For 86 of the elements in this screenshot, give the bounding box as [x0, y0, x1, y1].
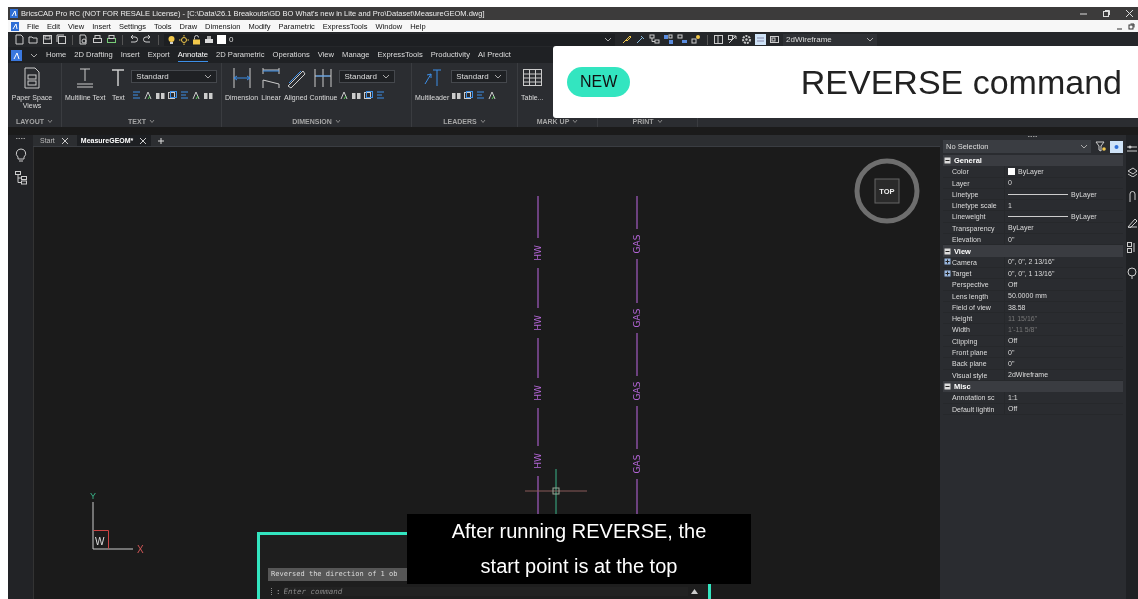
color-swatch — [1008, 167, 1015, 175]
caret-icon[interactable] — [572, 119, 579, 124]
blocks-icon[interactable] — [1127, 242, 1137, 253]
collapse-icon[interactable] — [944, 157, 951, 165]
caret-icon — [604, 36, 612, 43]
pipe-label: GAS — [632, 454, 642, 474]
axis-label: Y — [90, 491, 96, 501]
printer-icon — [204, 34, 214, 45]
caret-up-icon[interactable] — [691, 589, 698, 594]
grip-icon — [270, 587, 273, 596]
expand-icon[interactable] — [944, 269, 951, 277]
linear-dimension-icon — [260, 66, 283, 90]
properties-icon[interactable] — [1127, 145, 1137, 153]
caret-icon[interactable] — [47, 119, 54, 124]
app-menu-icon[interactable] — [11, 49, 22, 61]
new-badge: NEW — [567, 67, 631, 97]
filter-icon[interactable] — [1095, 141, 1106, 152]
viewport-icon[interactable] — [769, 34, 780, 45]
ucs-world-box: W — [93, 530, 109, 549]
pipe-label: GAS — [632, 381, 642, 401]
grip-icon — [1028, 135, 1038, 138]
caret-icon — [204, 73, 213, 80]
close-icon[interactable] — [139, 136, 148, 145]
layer-dropdown[interactable]: 0 — [164, 33, 615, 46]
dimension-icon — [230, 66, 253, 90]
sun-icon — [179, 34, 189, 45]
caret-icon[interactable] — [656, 119, 663, 124]
visual-style-dropdown[interactable]: 2dWireframe — [783, 33, 877, 46]
axis-label: X — [137, 544, 144, 555]
caret-icon — [494, 73, 503, 80]
expand-icon[interactable] — [944, 258, 951, 266]
caret-icon — [866, 36, 874, 43]
color-swatch — [217, 35, 226, 44]
plot-icon[interactable] — [106, 34, 117, 45]
caret-icon — [382, 73, 391, 80]
pipe-label: GAS — [632, 234, 642, 254]
ucs-axes — [92, 501, 134, 550]
lightbulb-icon — [167, 34, 176, 45]
new-file-icon[interactable] — [14, 34, 25, 45]
caret-icon[interactable] — [30, 51, 38, 59]
style-dropdown[interactable]: Standard — [451, 70, 508, 83]
video-caption: After running REVERSE, the start point is at the top — [407, 514, 751, 584]
undo-icon[interactable] — [128, 34, 139, 45]
save-icon[interactable] — [42, 34, 53, 45]
structure-tree-icon[interactable] — [13, 170, 28, 185]
caret-icon[interactable] — [148, 119, 155, 124]
style-dropdown[interactable]: Standard — [131, 70, 218, 83]
pipe-label: HW — [533, 245, 543, 261]
redo-icon[interactable] — [142, 34, 153, 45]
line-sample-icon — [1008, 214, 1068, 220]
balloon-icon[interactable] — [1127, 267, 1137, 279]
print-preview-icon[interactable] — [78, 34, 89, 45]
app-icon — [10, 9, 18, 18]
pipe-label: HW — [533, 385, 543, 401]
open-file-icon[interactable] — [28, 34, 39, 45]
save-all-icon[interactable] — [56, 34, 67, 45]
pipe-label: GAS — [632, 308, 642, 328]
lightbulb-icon[interactable] — [14, 148, 27, 162]
lock-icon — [192, 34, 201, 45]
caret-icon — [1080, 143, 1088, 150]
close-icon[interactable] — [60, 136, 69, 145]
caret-icon[interactable] — [334, 119, 341, 124]
edit-icon[interactable] — [1127, 217, 1137, 228]
close-icon[interactable] — [1125, 9, 1134, 18]
panel-icon[interactable] — [713, 34, 724, 45]
grid-icon[interactable] — [663, 34, 674, 45]
clip-icon[interactable] — [1127, 191, 1137, 203]
brush-icon[interactable] — [621, 34, 632, 45]
printer-icon[interactable] — [92, 34, 103, 45]
collapse-icon[interactable] — [944, 247, 951, 255]
line-sample-icon — [1008, 191, 1068, 197]
settings-icon[interactable] — [741, 34, 752, 45]
style-dropdown[interactable]: Standard — [339, 70, 396, 83]
pipette-icon[interactable] — [635, 34, 646, 45]
pipe-label: HW — [533, 453, 543, 469]
collapse-icon[interactable] — [944, 383, 951, 391]
pipe-label: HW — [533, 315, 543, 331]
restore-icon[interactable] — [1128, 22, 1135, 30]
restore-icon[interactable] — [1102, 9, 1111, 18]
document-icon — [21, 66, 43, 90]
caret-icon[interactable] — [479, 119, 486, 124]
hierarchy-icon[interactable] — [649, 34, 660, 45]
quick-select-icon[interactable] — [1110, 140, 1123, 153]
banner-title: REVERSE command — [800, 62, 1122, 102]
continue-dimension-icon — [312, 66, 335, 90]
grip-icon — [15, 137, 26, 140]
